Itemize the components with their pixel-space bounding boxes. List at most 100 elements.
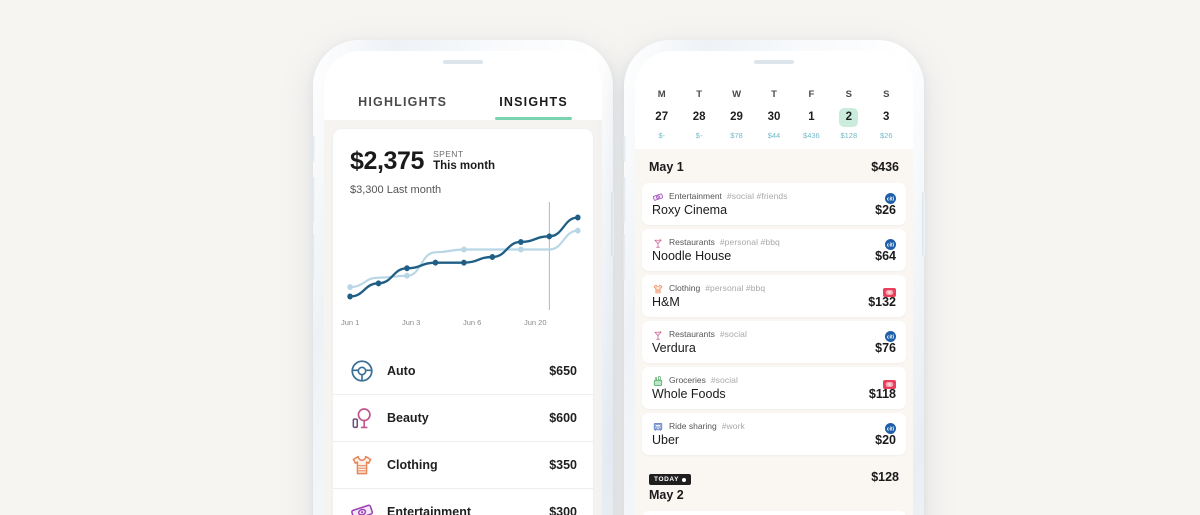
category-row[interactable]: Beauty $600 [333,394,593,441]
calendar-day[interactable]: S 3 $26 [868,89,905,140]
phone-left-insights: HIGHLIGHTS INSIGHTS $2,375 SPENT This mo… [312,40,614,515]
transaction-main: Roxy Cinema $26 [652,203,896,217]
transaction-merchant: Roxy Cinema [652,203,728,217]
ticket-icon [652,190,664,202]
today-badge-label: TODAY [654,476,680,483]
citi-card-badge: citi [885,191,896,204]
calendar-amount: $44 [767,131,781,140]
calendar-amount: $128 [840,131,858,140]
day-header-left: May 1 [649,160,684,174]
spend-period: This month [433,159,496,172]
transaction-card-badge [883,284,896,297]
bus-icon [652,420,664,432]
transaction-meta: Ride sharing #work citi [652,420,896,434]
today-badge: TODAY [649,474,692,485]
calendar-date: 28 [692,111,706,123]
calendar-amount: $78 [730,131,743,140]
transaction-category: Restaurants [669,237,715,247]
calendar-day[interactable]: T 30 $44 [755,89,792,140]
category-row[interactable]: Entertainment $300 [333,488,593,515]
volume-down-button[interactable] [623,234,626,280]
category-name: Auto [387,364,416,378]
steering-wheel-icon [349,358,375,384]
transaction-list: May 1 $436 Entertainment #social #friend… [635,149,913,515]
transaction-tags: #social [719,329,748,339]
calendar-day[interactable]: T 28 $- [680,89,717,140]
calendar-dow: T [696,89,703,100]
transaction-amount: $118 [868,387,896,401]
screen-transactions: M 27 $- T 28 $- W 29 $78 T 30 $44 F 1 $436 S … [635,51,913,515]
transaction-row[interactable]: Fitness #personal Fitness First Gym $80 [642,511,906,515]
day-total-amount: $128 [871,470,899,484]
tab-insights[interactable]: INSIGHTS [495,95,572,120]
calendar-day[interactable]: S 2 $128 [830,89,867,140]
category-row[interactable]: Auto $650 [333,348,593,394]
spend-label: SPENT [433,149,464,159]
calendar-date: 27 [655,111,669,123]
mastercard-badge [883,376,896,389]
transaction-merchant: H&M [652,295,680,309]
calendar-date: 2 [839,108,859,127]
transaction-category: Restaurants [669,329,715,339]
calendar-day[interactable]: M 27 $- [643,89,680,140]
power-button[interactable] [611,192,614,256]
tab-highlights[interactable]: HIGHLIGHTS [358,95,447,120]
spend-meta: SPENT This month [433,147,495,174]
transaction-meta: Restaurants #personal #bbq citi [652,236,896,250]
day-total-amount: $436 [871,160,899,174]
calendar-date: 30 [767,111,781,123]
spending-chart[interactable] [333,196,593,317]
transaction-main: Noodle House $64 [652,249,896,263]
transaction-main: Verdura $76 [652,341,896,355]
category-name: Clothing [387,458,438,472]
transaction-category: Groceries [669,375,706,385]
category-row[interactable]: Clothing $350 [333,441,593,488]
volume-down-button[interactable] [312,234,315,280]
transaction-day-header: TODAY May 2 $128 [635,459,913,511]
svg-text:citi: citi [887,196,895,202]
transaction-row[interactable]: Restaurants #personal #bbq citi Noodle H… [642,229,906,271]
mute-switch[interactable] [623,136,626,162]
transaction-card-badge: citi [885,191,896,204]
calendar-amount: $26 [879,131,893,140]
transaction-category: Clothing [669,283,701,293]
volume-up-button[interactable] [312,177,315,223]
transaction-tags: #social [710,375,739,385]
chart-tick-2: Jun 6 [463,318,482,327]
transaction-row[interactable]: Groceries #social Whole Foods $118 [642,367,906,409]
day-date-label: May 2 [649,488,684,502]
cocktail-icon [652,236,664,248]
tshirt-icon [349,452,375,478]
mute-switch[interactable] [312,136,315,162]
category-name: Beauty [387,411,429,425]
calendar-amount: $- [695,131,703,140]
transaction-main: Whole Foods $118 [652,387,896,401]
transaction-meta: Restaurants #social citi [652,328,896,342]
calendar-amount: $436 [803,131,820,140]
transaction-tags: #personal #bbq [705,283,766,293]
power-button[interactable] [922,192,925,256]
calendar-dow: S [883,89,890,100]
calendar-amount: $- [658,131,666,140]
svg-text:citi: citi [887,426,895,432]
transaction-meta: Entertainment #social #friends citi [652,190,896,204]
category-list: Auto $650 Beauty $600 Clothing $350 Ente… [333,348,593,515]
transaction-day-header: May 1 $436 [635,149,913,183]
calendar-dow: M [657,89,666,100]
category-amount: $350 [549,458,577,472]
transaction-amount: $26 [875,203,896,217]
transaction-row[interactable]: Clothing #personal #bbq H&M $132 [642,275,906,317]
transaction-row[interactable]: Ride sharing #work citi Uber $20 [642,413,906,455]
svg-text:citi: citi [887,334,895,340]
speaker-grille-icon [754,60,794,64]
ticket-icon [349,499,375,515]
mastercard-badge [883,284,896,297]
calendar-day[interactable]: W 29 $78 [718,89,755,140]
transaction-merchant: Uber [652,433,680,447]
transaction-row[interactable]: Restaurants #social citi Verdura $76 [642,321,906,363]
cocktail-icon [652,328,664,340]
transaction-row[interactable]: Entertainment #social #friends citi Roxy… [642,183,906,225]
calendar-date: 1 [808,111,815,123]
volume-up-button[interactable] [623,177,626,223]
calendar-day[interactable]: F 1 $436 [793,89,830,140]
